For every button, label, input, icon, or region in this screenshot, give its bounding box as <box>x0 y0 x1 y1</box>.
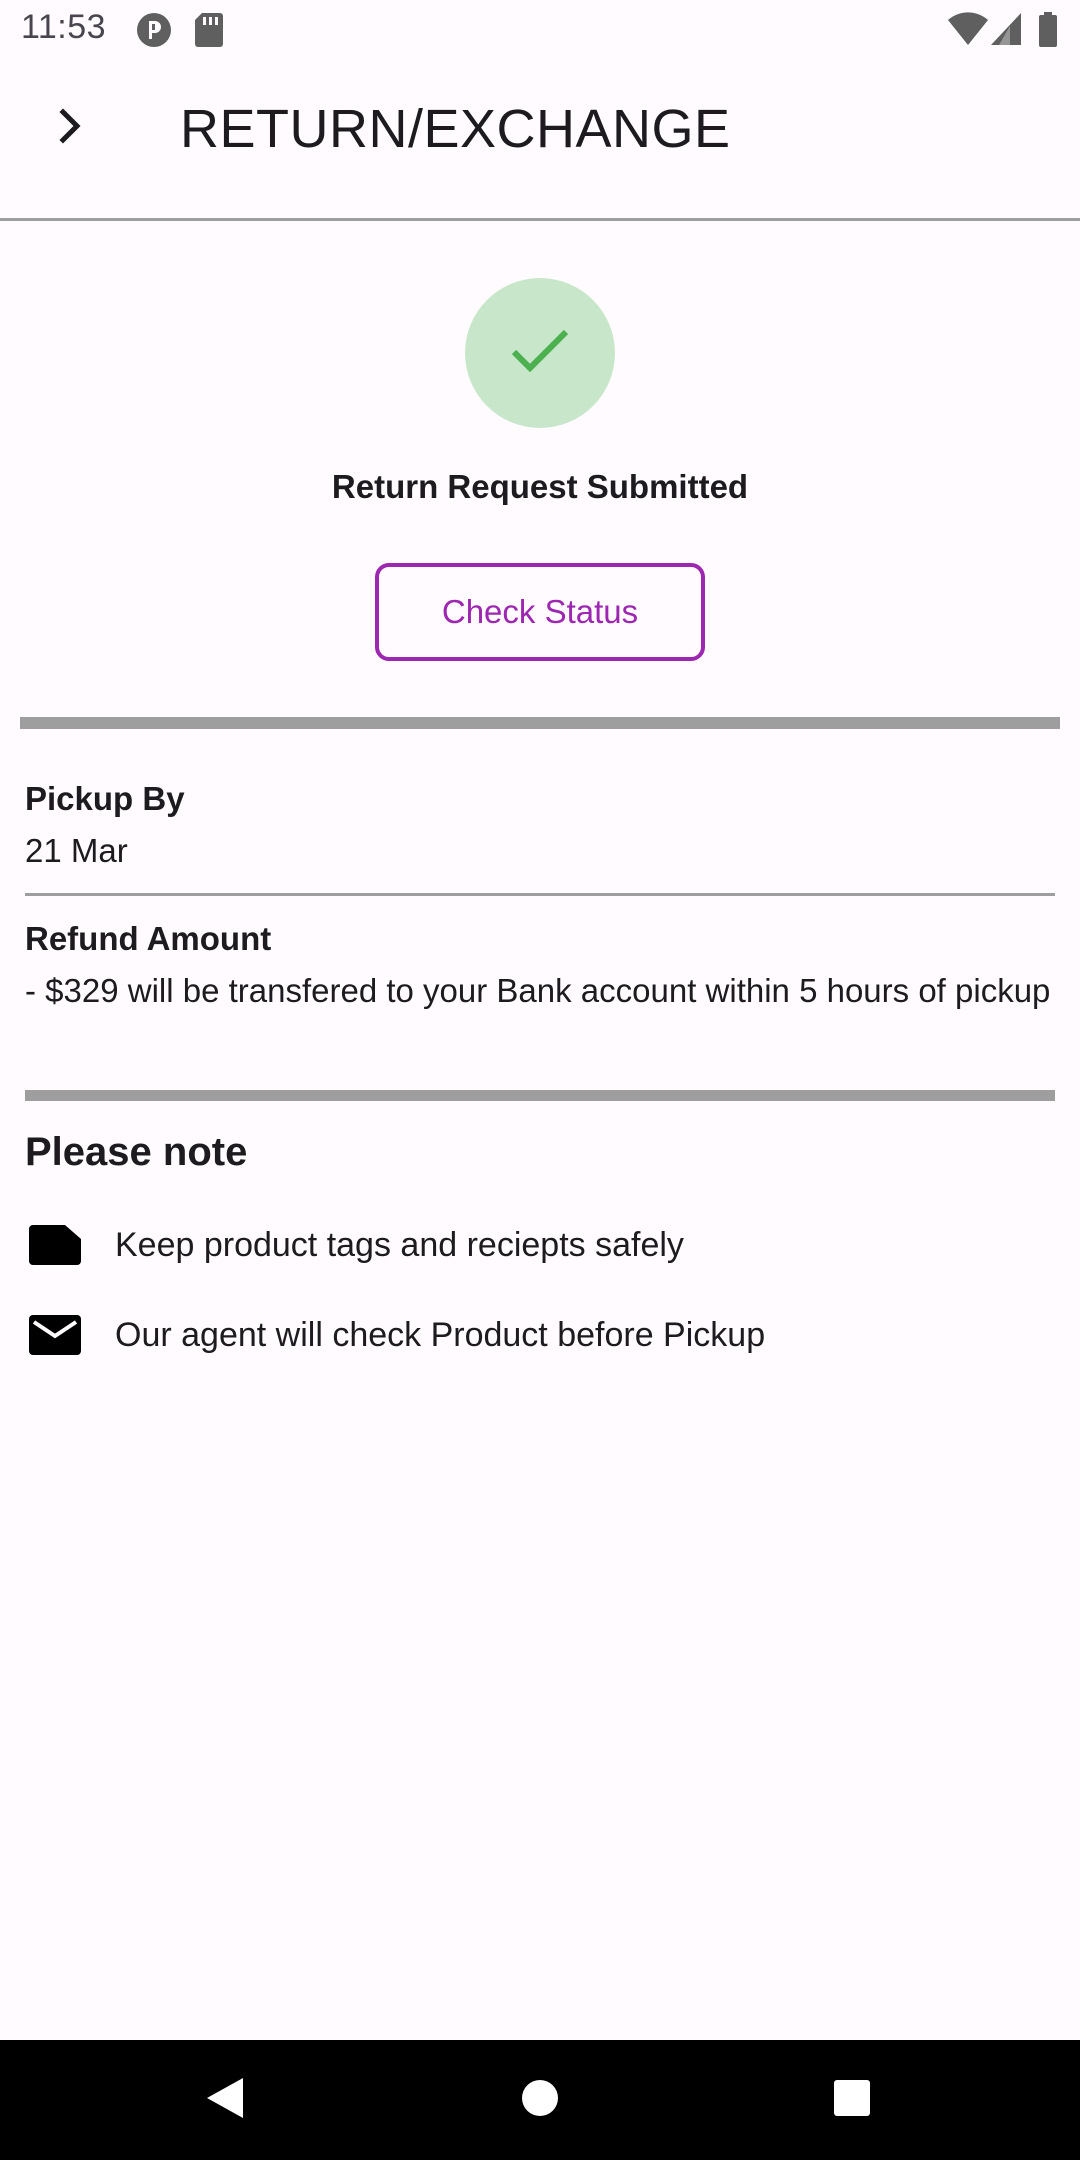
refund-value: - $329 will be transfered to your Bank a… <box>25 972 1051 1009</box>
battery-icon <box>1038 12 1058 53</box>
nav-home-button[interactable] <box>510 2070 570 2130</box>
status-bar: 11:53 <box>0 0 1080 62</box>
pickup-label: Pickup By <box>25 780 185 817</box>
note-text: Our agent will check Product before Pick… <box>115 1315 766 1354</box>
back-triangle-icon <box>205 2076 245 2125</box>
refund-label: Refund Amount <box>25 920 272 957</box>
note-text: Keep product tags and reciepts safely <box>115 1225 684 1264</box>
chevron-right-icon <box>55 107 85 149</box>
list-item: Keep product tags and reciepts safely <box>25 1213 1055 1277</box>
nav-recents-button[interactable] <box>822 2070 882 2130</box>
detail-divider <box>25 893 1055 896</box>
check-status-button[interactable]: Check Status <box>375 563 705 661</box>
section-divider <box>20 717 1060 729</box>
status-time: 11:53 <box>21 8 107 46</box>
list-item: Our agent will check Product before Pick… <box>25 1303 1055 1367</box>
app-bar: RETURN/EXCHANGE <box>0 62 1080 218</box>
cell-signal-icon <box>990 12 1022 51</box>
home-circle-icon <box>521 2079 559 2122</box>
screen: 11:53 RETURN/EXCHANGE Return Request Sub… <box>0 0 1080 2160</box>
nav-back-button[interactable] <box>195 2070 255 2130</box>
back-button[interactable] <box>36 94 104 162</box>
success-badge <box>465 278 615 428</box>
sd-card-icon <box>194 12 224 53</box>
pocket-casts-icon <box>136 12 172 53</box>
section-divider <box>25 1090 1055 1101</box>
page-title: RETURN/EXCHANGE <box>180 99 731 159</box>
mail-icon <box>25 1305 85 1365</box>
success-title: Return Request Submitted <box>331 468 749 505</box>
app-bar-divider <box>0 218 1080 221</box>
pickup-value: 21 Mar <box>25 832 128 869</box>
navigation-bar <box>0 2040 1080 2160</box>
checkmark-icon <box>510 326 570 381</box>
wifi-icon <box>948 12 988 51</box>
note-heading: Please note <box>25 1130 248 1174</box>
recents-square-icon <box>833 2079 871 2122</box>
note-icon <box>25 1215 85 1275</box>
